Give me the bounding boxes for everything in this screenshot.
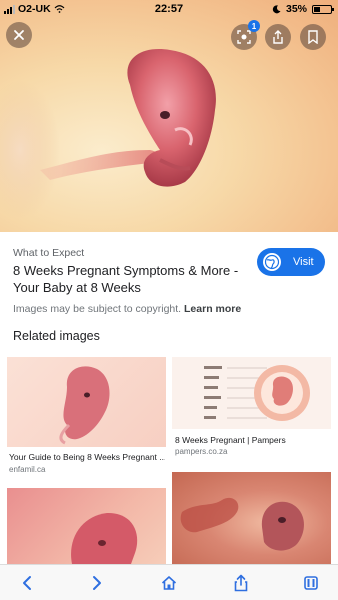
close-icon: [14, 30, 24, 40]
main-image[interactable]: 1: [0, 0, 338, 232]
back-button[interactable]: [16, 572, 38, 594]
forward-button[interactable]: [86, 572, 108, 594]
battery-percent: 35%: [285, 3, 307, 15]
home-icon: [161, 576, 177, 590]
related-thumbnail: [7, 488, 166, 564]
lens-button[interactable]: 1: [231, 20, 260, 50]
globe-icon: [263, 253, 281, 271]
related-site: enfamil.ca: [9, 465, 46, 474]
close-button[interactable]: [6, 22, 32, 48]
related-item[interactable]: [7, 488, 166, 564]
related-thumbnail: [172, 472, 331, 564]
image-viewer-page: 1 O2-UK 22:57 35% What to Expect 8 Weeks…: [0, 0, 338, 600]
related-title: Your Guide to Being 8 Weeks Pregnant ...: [9, 452, 165, 462]
result-title[interactable]: 8 Weeks Pregnant Symptoms & More - Your …: [13, 262, 253, 296]
share-button[interactable]: [230, 572, 252, 594]
copyright-text: Images may be subject to copyright.: [13, 303, 182, 315]
related-item[interactable]: 8 Weeks Pregnant | Pampers pampers.co.za: [172, 357, 331, 477]
home-button[interactable]: [158, 572, 180, 594]
source-name: What to Expect: [13, 247, 85, 259]
lens-icon: [237, 30, 251, 44]
related-thumbnail: [7, 357, 166, 447]
save-image-button[interactable]: [300, 24, 326, 50]
status-bar: O2-UK 22:57 35%: [0, 0, 338, 18]
lens-badge: 1: [248, 20, 260, 32]
related-heading: Related images: [13, 329, 100, 343]
diagram-image: [204, 365, 310, 421]
visit-label: Visit: [293, 256, 314, 268]
share-icon: [234, 574, 248, 592]
forward-icon: [93, 576, 101, 590]
learn-more-link[interactable]: Learn more: [184, 303, 241, 315]
share-image-button[interactable]: [265, 24, 291, 50]
embryo-image: [71, 512, 138, 564]
related-thumbnail: [172, 357, 331, 429]
copyright-notice: Images may be subject to copyright. Lear…: [13, 303, 241, 315]
related-item[interactable]: Your Guide to Being 8 Weeks Pregnant ...…: [7, 357, 166, 477]
embryo-image: [180, 497, 304, 551]
tabs-button[interactable]: [300, 572, 322, 594]
related-item[interactable]: [172, 472, 331, 564]
back-icon: [23, 576, 31, 590]
battery-icon: [312, 4, 334, 14]
visit-button[interactable]: Visit: [257, 248, 325, 276]
browser-toolbar: [0, 564, 338, 600]
share-icon: [273, 30, 283, 44]
related-title: 8 Weeks Pregnant | Pampers: [175, 435, 286, 445]
tabs-icon: [304, 576, 318, 590]
embryo-image: [59, 366, 110, 445]
bookmark-icon: [308, 30, 318, 44]
moon-icon: [272, 4, 281, 13]
related-site: pampers.co.za: [175, 447, 228, 456]
